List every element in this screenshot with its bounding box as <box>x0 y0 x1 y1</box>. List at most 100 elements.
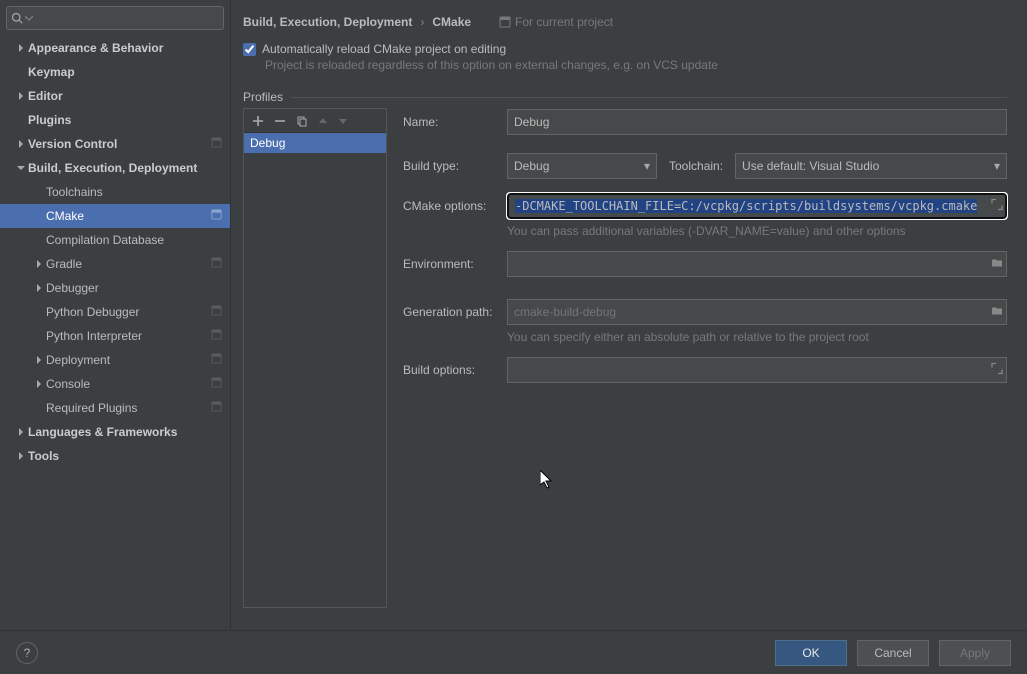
search-icon <box>11 12 23 24</box>
project-scope-icon <box>499 16 511 28</box>
toolchain-label: Toolchain: <box>669 159 723 173</box>
sidebar-item[interactable]: Appearance & Behavior <box>0 36 230 60</box>
sidebar-item-label: Deployment <box>46 353 211 367</box>
sidebar-item-label: Toolchains <box>46 185 222 199</box>
help-button[interactable]: ? <box>16 642 38 664</box>
remove-profile-button[interactable] <box>274 115 286 127</box>
dialog-footer: ? OK Cancel Apply <box>0 630 1027 674</box>
sidebar-item-label: Version Control <box>28 137 211 151</box>
sidebar-item[interactable]: CMake <box>0 204 230 228</box>
project-scope-icon <box>211 137 222 151</box>
project-scope-icon <box>211 377 222 391</box>
chevron-right-icon <box>14 452 28 460</box>
environment-label: Environment: <box>403 257 507 271</box>
project-scope-icon <box>211 353 222 367</box>
cmake-options-input[interactable] <box>507 193 1007 219</box>
sidebar-item[interactable]: Python Interpreter <box>0 324 230 348</box>
sidebar-item-label: Appearance & Behavior <box>28 41 222 55</box>
copy-profile-button[interactable] <box>296 115 308 127</box>
sidebar-item-label: Python Debugger <box>46 305 211 319</box>
generation-path-input[interactable] <box>507 299 1007 325</box>
environment-input[interactable] <box>507 251 1007 277</box>
chevron-right-icon <box>14 44 28 52</box>
browse-icon[interactable] <box>991 257 1003 272</box>
sidebar-item[interactable]: Editor <box>0 84 230 108</box>
sidebar-item[interactable]: Tools <box>0 444 230 468</box>
build-options-label: Build options: <box>403 363 507 377</box>
sidebar-item-label: Debugger <box>46 281 222 295</box>
sidebar-item[interactable]: Gradle <box>0 252 230 276</box>
sidebar-item[interactable]: Plugins <box>0 108 230 132</box>
move-up-button[interactable] <box>318 116 328 126</box>
sidebar-item-label: Compilation Database <box>46 233 222 247</box>
build-options-input[interactable] <box>507 357 1007 383</box>
project-scope-icon <box>211 329 222 343</box>
project-scope-icon <box>211 305 222 319</box>
settings-tree[interactable]: Appearance & Behavior Keymap Editor Plugins… <box>0 36 230 630</box>
sidebar-item-label: Gradle <box>46 257 211 271</box>
profiles-list: Debug <box>243 108 387 608</box>
sidebar-item[interactable]: Version Control <box>0 132 230 156</box>
sidebar-item-label: Keymap <box>28 65 222 79</box>
chevron-right-icon <box>14 428 28 436</box>
project-scope-icon <box>211 257 222 271</box>
chevron-right-icon <box>32 356 46 364</box>
sidebar-item[interactable]: Toolchains <box>0 180 230 204</box>
project-scope-icon <box>211 401 222 415</box>
chevron-down-icon <box>14 164 28 172</box>
apply-button[interactable]: Apply <box>939 640 1011 666</box>
breadcrumb: Build, Execution, Deployment › CMake For… <box>243 10 1007 34</box>
ok-button[interactable]: OK <box>775 640 847 666</box>
name-input[interactable] <box>507 109 1007 135</box>
sidebar-item-label: Build, Execution, Deployment <box>28 161 222 175</box>
sidebar-item[interactable]: Debugger <box>0 276 230 300</box>
sidebar-item[interactable]: Build, Execution, Deployment <box>0 156 230 180</box>
add-profile-button[interactable] <box>252 115 264 127</box>
toolchain-combo[interactable]: Use default: Visual Studio ▾ <box>735 153 1007 179</box>
sidebar-item-label: Languages & Frameworks <box>28 425 222 439</box>
sidebar-item-label: Console <box>46 377 211 391</box>
breadcrumb-item: Build, Execution, Deployment <box>243 15 412 29</box>
sidebar-item[interactable]: Compilation Database <box>0 228 230 252</box>
chevron-right-icon <box>32 380 46 388</box>
name-label: Name: <box>403 115 507 129</box>
divider <box>291 97 1007 98</box>
cmake-options-label: CMake options: <box>403 199 507 213</box>
settings-sidebar: Appearance & Behavior Keymap Editor Plugins… <box>0 0 230 630</box>
sidebar-item-label: Tools <box>28 449 222 463</box>
sidebar-item[interactable]: Deployment <box>0 348 230 372</box>
generation-path-label: Generation path: <box>403 305 507 319</box>
cmake-options-hint: You can pass additional variables (-DVAR… <box>507 224 1007 238</box>
chevron-down-icon: ▾ <box>644 159 650 173</box>
sidebar-item-label: CMake <box>46 209 211 223</box>
chevron-down-icon <box>25 11 33 25</box>
generation-path-hint: You can specify either an absolute path … <box>507 330 1007 344</box>
current-project-hint: For current project <box>499 15 613 29</box>
sidebar-item[interactable]: Python Debugger <box>0 300 230 324</box>
chevron-right-icon <box>14 140 28 148</box>
chevron-right-icon <box>32 284 46 292</box>
cancel-button[interactable]: Cancel <box>857 640 929 666</box>
build-type-combo[interactable]: Debug ▾ <box>507 153 657 179</box>
expand-icon[interactable] <box>991 363 1003 378</box>
move-down-button[interactable] <box>338 116 348 126</box>
sidebar-item-label: Editor <box>28 89 222 103</box>
profile-item[interactable]: Debug <box>244 133 386 153</box>
profiles-legend: Profiles <box>243 90 283 104</box>
chevron-right-icon <box>32 260 46 268</box>
sidebar-item-label: Python Interpreter <box>46 329 211 343</box>
auto-reload-label: Automatically reload CMake project on ed… <box>262 42 506 56</box>
auto-reload-hint: Project is reloaded regardless of this o… <box>265 58 1007 72</box>
project-scope-icon <box>211 209 222 223</box>
build-type-label: Build type: <box>403 159 507 173</box>
chevron-down-icon: ▾ <box>994 159 1000 173</box>
browse-icon[interactable] <box>991 305 1003 320</box>
expand-icon[interactable] <box>991 199 1003 214</box>
sidebar-item[interactable]: Languages & Frameworks <box>0 420 230 444</box>
sidebar-item[interactable]: Required Plugins <box>0 396 230 420</box>
search-input[interactable] <box>6 6 224 30</box>
sidebar-item[interactable]: Keymap <box>0 60 230 84</box>
sidebar-item[interactable]: Console <box>0 372 230 396</box>
auto-reload-checkbox[interactable] <box>243 43 256 56</box>
chevron-right-icon <box>14 92 28 100</box>
